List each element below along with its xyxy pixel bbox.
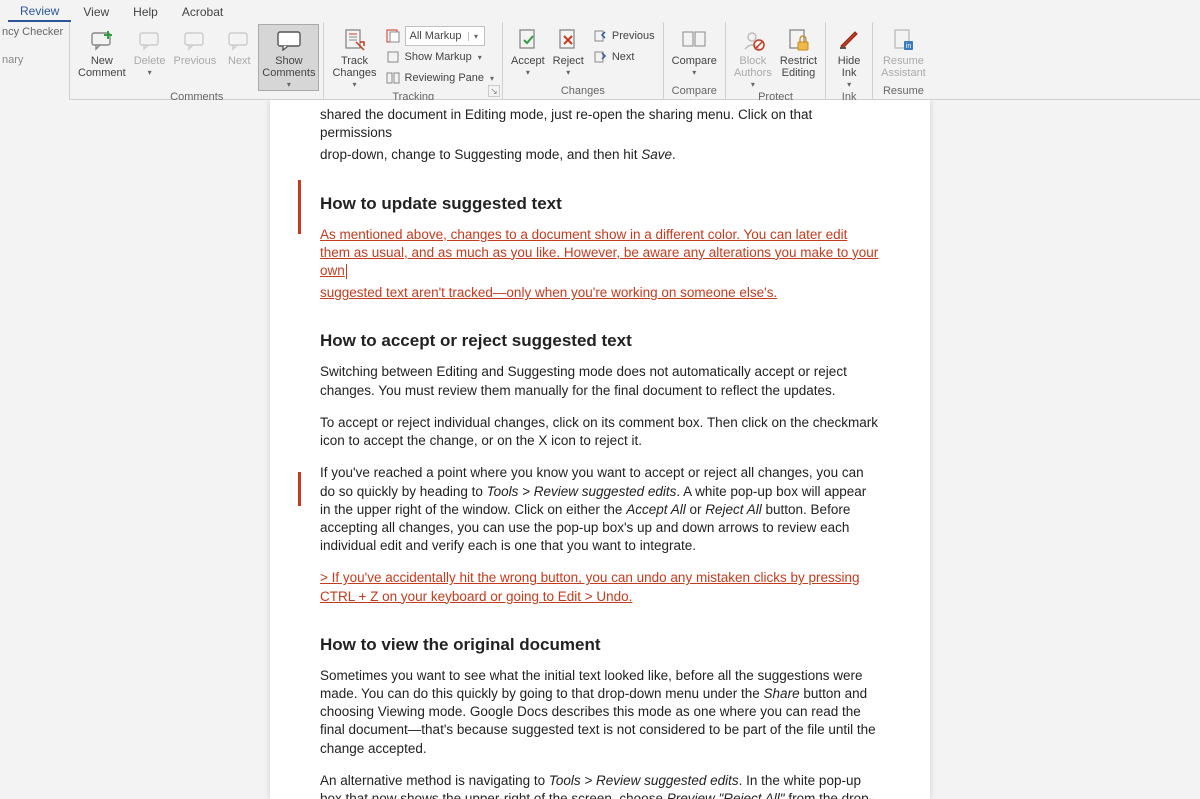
reject-button[interactable]: Reject ▾ [549, 24, 588, 79]
change-indicator-bar[interactable] [298, 180, 301, 234]
body-text[interactable]: shared the document in Editing mode, jus… [320, 106, 880, 142]
compare-icon [680, 26, 708, 54]
show-comments-button[interactable]: Show Comments ▾ [258, 24, 319, 91]
next-change-icon [592, 49, 608, 65]
next-change-button[interactable]: Next [588, 47, 659, 67]
tab-review[interactable]: Review [8, 1, 71, 22]
accept-button[interactable]: Accept ▾ [507, 24, 549, 79]
hide-ink-icon [835, 26, 863, 54]
body-text[interactable]: An alternative method is navigating to T… [320, 772, 880, 799]
chevron-down-icon: ▾ [751, 80, 755, 89]
group-resume: in Resume Assistant Resume [873, 22, 934, 99]
chevron-down-icon: ▾ [566, 68, 570, 77]
compare-button[interactable]: Compare ▾ [668, 24, 721, 79]
block-authors-icon [739, 26, 767, 54]
change-indicator-bar[interactable] [298, 472, 301, 506]
resume-assistant-button[interactable]: in Resume Assistant [877, 24, 930, 81]
restrict-editing-icon [784, 26, 812, 54]
proofing-group-fragment: ncy Checker nary [0, 22, 70, 100]
group-protect: Block Authors ▾ Restrict Editing Protect [726, 22, 826, 99]
show-markup-icon [385, 49, 401, 65]
resume-assistant-icon: in [889, 26, 917, 54]
tab-help[interactable]: Help [121, 2, 170, 21]
tab-acrobat[interactable]: Acrobat [170, 2, 235, 21]
body-text[interactable]: If you've reached a point where you know… [320, 464, 880, 555]
text-cursor [346, 264, 347, 279]
document-area[interactable]: shared the document in Editing mode, jus… [0, 100, 1200, 799]
dictionary-fragment[interactable]: nary [2, 54, 67, 66]
tracked-insertion[interactable]: > If you've accidentally hit the wrong b… [320, 569, 880, 605]
reviewing-pane-button[interactable]: Reviewing Pane ▾ [381, 68, 499, 88]
chevron-down-icon: ▾ [287, 80, 291, 89]
body-text[interactable]: Sometimes you want to see what the initi… [320, 667, 880, 758]
document-page[interactable]: shared the document in Editing mode, jus… [270, 100, 930, 799]
group-label-resume: Resume [877, 85, 930, 98]
group-comments: New Comment Delete ▾ Previous Next [70, 22, 324, 99]
delete-comment-icon [136, 26, 164, 54]
previous-comment-button[interactable]: Previous [169, 24, 220, 69]
reject-icon [554, 26, 582, 54]
tracking-dialog-launcher[interactable]: ↘ [488, 85, 500, 97]
menu-tab-bar: Review View Help Acrobat [0, 0, 1200, 22]
chevron-down-icon: ▾ [478, 53, 482, 62]
svg-text:in: in [906, 43, 912, 50]
chevron-down-icon: ▾ [490, 74, 494, 83]
accept-icon [514, 26, 542, 54]
chevron-down-icon: ▾ [692, 68, 696, 77]
body-text[interactable]: To accept or reject individual changes, … [320, 414, 880, 450]
markup-display-combo[interactable]: All Markup ▾ [381, 26, 499, 46]
reviewing-pane-icon [385, 70, 401, 86]
accessibility-checker-fragment[interactable]: ncy Checker [2, 26, 67, 38]
body-text[interactable]: drop-down, change to Suggesting mode, an… [320, 146, 880, 164]
next-comment-button[interactable]: Next [220, 24, 258, 69]
new-comment-button[interactable]: New Comment [74, 24, 130, 81]
markup-combo-icon [385, 28, 401, 44]
delete-comment-button[interactable]: Delete ▾ [130, 24, 170, 79]
heading[interactable]: How to accept or reject suggested text [320, 330, 880, 353]
hide-ink-button[interactable]: Hide Ink ▾ [830, 24, 868, 91]
new-comment-icon [88, 26, 116, 54]
tab-view[interactable]: View [71, 2, 121, 21]
group-label-compare: Compare [668, 85, 721, 98]
track-changes-button[interactable]: Track Changes ▾ [328, 24, 380, 91]
block-authors-button[interactable]: Block Authors ▾ [730, 24, 776, 91]
chevron-down-icon: ▾ [148, 68, 152, 77]
track-changes-icon [340, 26, 368, 54]
chevron-down-icon: ▾ [352, 80, 356, 89]
restrict-editing-button[interactable]: Restrict Editing [776, 24, 821, 81]
chevron-down-icon: ▾ [468, 32, 484, 41]
previous-change-icon [592, 28, 608, 44]
tracked-insertion[interactable]: suggested text aren't tracked—only when … [320, 284, 880, 302]
tracked-insertion[interactable]: As mentioned above, changes to a documen… [320, 226, 880, 281]
show-comments-icon [275, 26, 303, 54]
previous-comment-icon [181, 26, 209, 54]
group-ink: Hide Ink ▾ Ink [826, 22, 873, 99]
body-text[interactable]: Switching between Editing and Suggesting… [320, 363, 880, 399]
heading[interactable]: How to update suggested text [320, 193, 880, 216]
group-compare: Compare ▾ Compare [664, 22, 726, 99]
chevron-down-icon: ▾ [847, 80, 851, 89]
previous-change-button[interactable]: Previous [588, 26, 659, 46]
ribbon: New Comment Delete ▾ Previous Next [0, 22, 1200, 100]
group-label-changes: Changes [507, 85, 659, 98]
group-tracking: Track Changes ▾ All Markup ▾ [324, 22, 503, 99]
heading[interactable]: How to view the original document [320, 634, 880, 657]
next-comment-icon [225, 26, 253, 54]
group-changes: Accept ▾ Reject ▾ Previous [503, 22, 664, 99]
show-markup-button[interactable]: Show Markup ▾ [381, 47, 499, 67]
chevron-down-icon: ▾ [526, 68, 530, 77]
